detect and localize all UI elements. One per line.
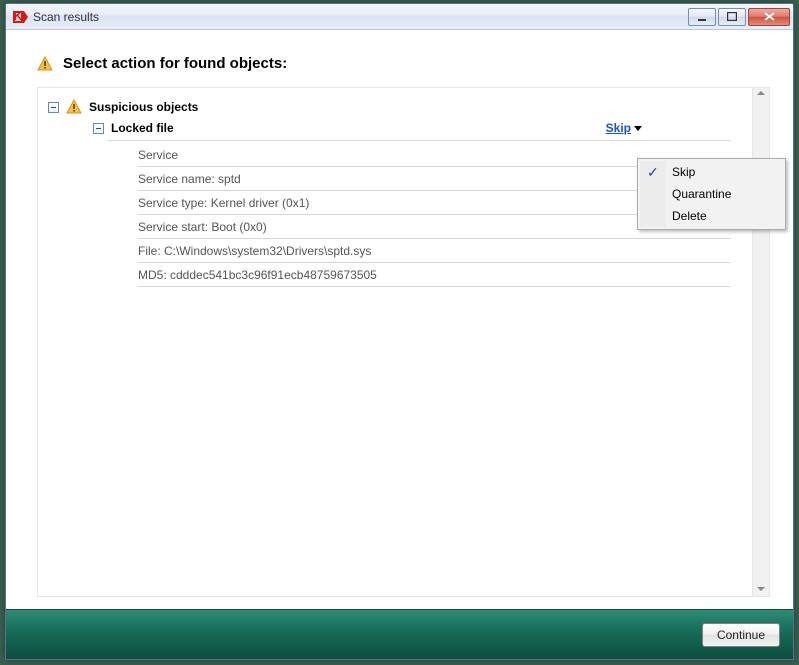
app-icon: K: [12, 9, 28, 25]
footer: Continue: [6, 609, 793, 659]
category-row[interactable]: Suspicious objects: [38, 96, 749, 118]
close-button[interactable]: [748, 8, 790, 26]
svg-text:K: K: [14, 9, 23, 23]
action-dropdown-menu: ✓ Skip Quarantine Delete: [637, 158, 786, 230]
chevron-down-icon: [634, 126, 642, 131]
warning-icon: [66, 99, 82, 115]
dropdown-item-delete[interactable]: Delete: [640, 205, 783, 227]
dropdown-item-label: Skip: [672, 165, 695, 179]
item-label: Locked file: [111, 121, 174, 135]
item-row[interactable]: Locked file Skip: [38, 118, 749, 138]
dropdown-item-skip[interactable]: ✓ Skip: [640, 161, 783, 183]
dropdown-item-quarantine[interactable]: Quarantine: [640, 183, 783, 205]
scroll-up-icon[interactable]: [757, 91, 765, 95]
collapse-icon[interactable]: [48, 102, 59, 113]
collapse-icon[interactable]: [93, 123, 104, 134]
detail-row: MD5: cdddec541bc3c96f91ecb48759673505: [138, 263, 731, 287]
heading-row: Select action for found objects:: [37, 55, 770, 72]
check-icon: ✓: [647, 164, 659, 181]
continue-button[interactable]: Continue: [702, 623, 780, 647]
maximize-button[interactable]: [718, 8, 746, 26]
page-title: Select action for found objects:: [63, 55, 287, 72]
scan-results-window: K Scan results Select action for found o…: [5, 3, 794, 660]
action-dropdown-link[interactable]: Skip: [606, 121, 644, 135]
content-area: Select action for found objects: Suspici…: [6, 30, 793, 609]
titlebar[interactable]: K Scan results: [6, 4, 793, 30]
action-link-label: Skip: [606, 121, 631, 135]
warning-icon: [37, 56, 53, 72]
detail-row: File: C:\Windows\system32\Drivers\sptd.s…: [138, 239, 731, 263]
scroll-down-icon[interactable]: [757, 587, 765, 591]
divider: [108, 140, 731, 141]
dropdown-item-label: Quarantine: [672, 187, 731, 201]
minimize-button[interactable]: [688, 8, 716, 26]
window-title: Scan results: [33, 10, 688, 24]
category-label: Suspicious objects: [89, 100, 198, 114]
dropdown-item-label: Delete: [672, 209, 707, 223]
window-controls: [688, 8, 793, 26]
